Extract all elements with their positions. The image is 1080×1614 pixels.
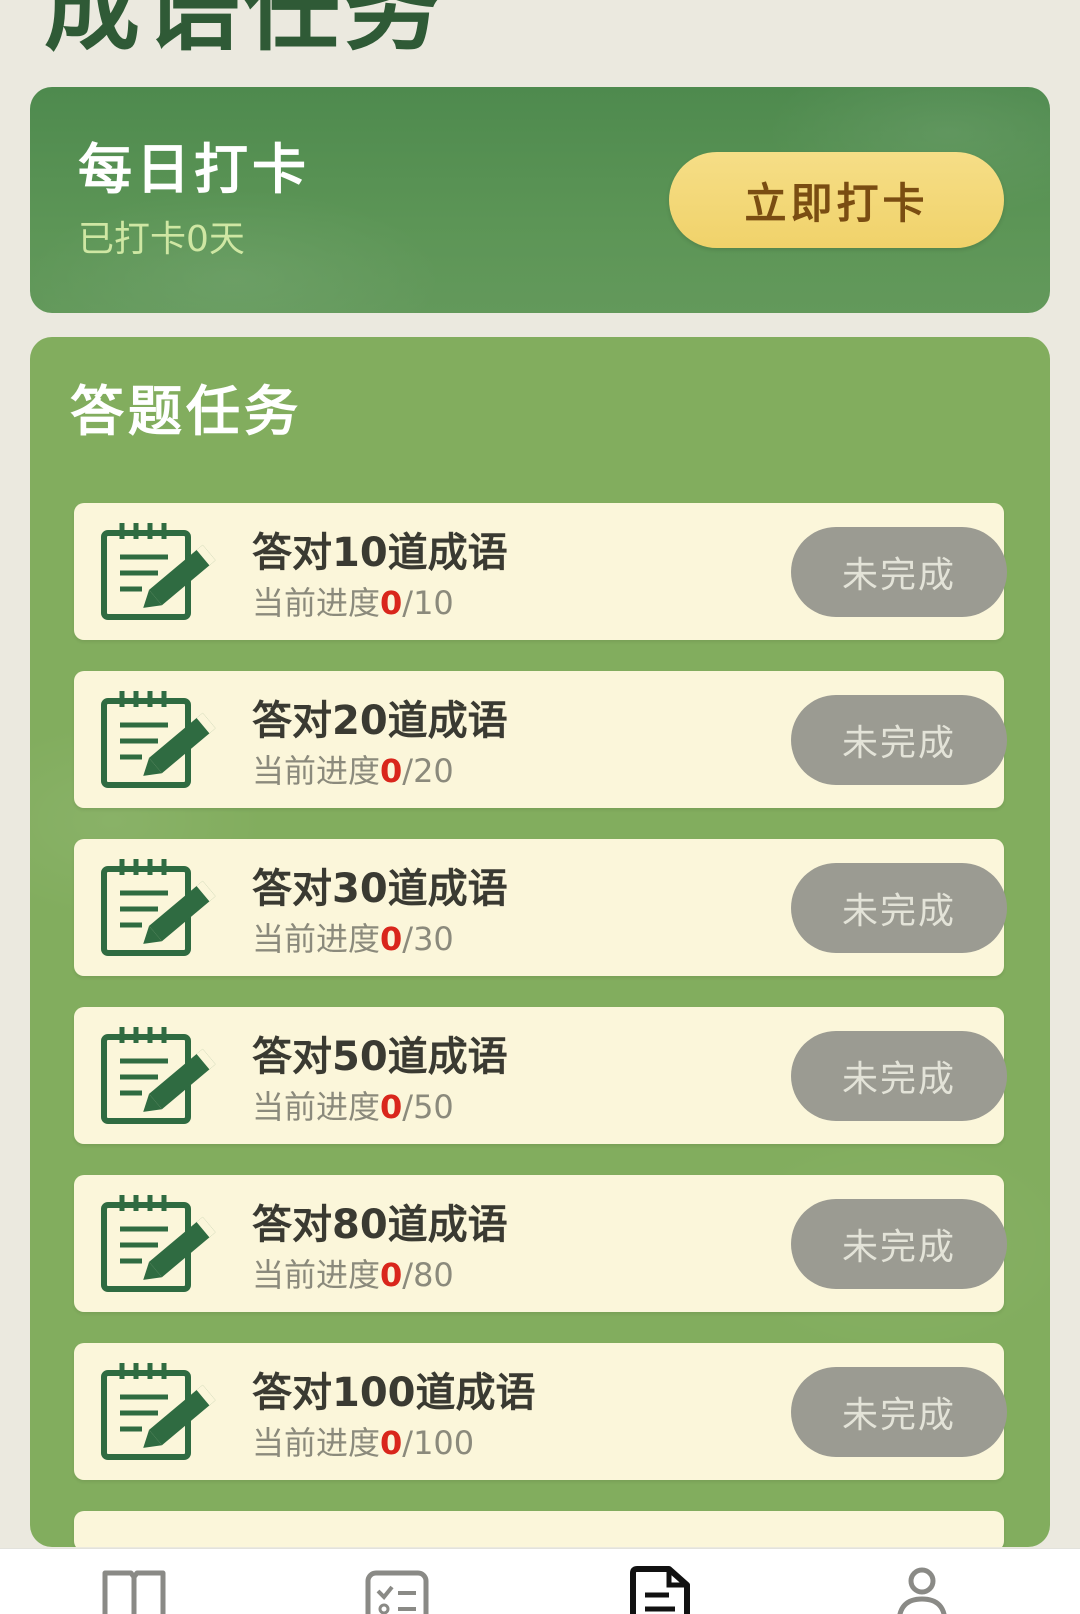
checklist-icon [365, 1570, 429, 1614]
note-edit-icon [101, 1027, 216, 1124]
progress-label: 当前进度 [252, 584, 381, 622]
progress-current: 0 [380, 1256, 403, 1294]
task-status-button[interactable]: 未完成 [791, 1031, 1007, 1121]
task-item [74, 1511, 1004, 1547]
progress-total: /80 [402, 1256, 454, 1294]
task-title: 答对30道成语 [252, 866, 508, 912]
note-edit-icon [101, 1195, 216, 1292]
note-edit-icon [101, 1363, 216, 1460]
progress-label: 当前进度 [252, 752, 381, 790]
task-status-button[interactable]: 未完成 [791, 695, 1007, 785]
task-list: 答对10道成语 当前进度0/10 未完成 答对20道成语 当前进度0/20 未完… [74, 503, 1007, 1547]
tab-profile[interactable] [887, 1563, 957, 1614]
progress-current: 0 [380, 920, 403, 958]
task-progress: 当前进度0/20 [252, 755, 454, 787]
task-item: 答对30道成语 当前进度0/30 未完成 [74, 839, 1007, 976]
task-item: 答对80道成语 当前进度0/80 未完成 [74, 1175, 1007, 1312]
task-title: 答对20道成语 [252, 698, 508, 744]
checkin-now-button[interactable]: 立即打卡 [669, 152, 1004, 248]
progress-current: 0 [380, 1424, 403, 1462]
user-icon [897, 1567, 947, 1614]
task-item: 答对50道成语 当前进度0/50 未完成 [74, 1007, 1007, 1144]
task-status-button[interactable]: 未完成 [791, 863, 1007, 953]
task-title: 答对100道成语 [252, 1370, 536, 1416]
progress-label: 当前进度 [252, 1424, 381, 1462]
task-progress: 当前进度0/30 [252, 923, 454, 955]
daily-checkin-card: 每日打卡 已打卡0天 立即打卡 [30, 87, 1050, 313]
bottom-tab-bar [0, 1548, 1080, 1614]
task-title: 答对80道成语 [252, 1202, 508, 1248]
task-progress: 当前进度0/50 [252, 1091, 454, 1123]
note-edit-icon [101, 691, 216, 788]
tab-checklist[interactable] [362, 1563, 432, 1614]
task-status-button[interactable]: 未完成 [791, 1367, 1007, 1457]
progress-label: 当前进度 [252, 1088, 381, 1126]
document-icon [630, 1566, 690, 1614]
progress-current: 0 [380, 1088, 403, 1126]
task-progress: 当前进度0/10 [252, 587, 454, 619]
progress-total: /50 [402, 1088, 454, 1126]
progress-current: 0 [380, 584, 403, 622]
quiz-task-title: 答题任务 [70, 380, 302, 443]
task-status-button[interactable]: 未完成 [791, 527, 1007, 617]
note-edit-icon [101, 523, 216, 620]
progress-label: 当前进度 [252, 1256, 381, 1294]
progress-total: /30 [402, 920, 454, 958]
task-progress: 当前进度0/80 [252, 1259, 454, 1291]
quiz-task-panel: 答题任务 答对10道成语 当前进度0/10 未完成 答对20道成语 当前进度0/… [30, 337, 1050, 1547]
progress-current: 0 [380, 752, 403, 790]
page-title: 成语任务 [44, 0, 444, 64]
progress-total: /10 [402, 584, 454, 622]
progress-label: 当前进度 [252, 920, 381, 958]
progress-total: /20 [402, 752, 454, 790]
tab-book[interactable] [99, 1563, 169, 1614]
task-item: 答对10道成语 当前进度0/10 未完成 [74, 503, 1007, 640]
progress-total: /100 [402, 1424, 475, 1462]
task-item: 答对100道成语 当前进度0/100 未完成 [74, 1343, 1007, 1480]
book-icon [102, 1570, 166, 1614]
task-item: 答对20道成语 当前进度0/20 未完成 [74, 671, 1007, 808]
task-status-button[interactable]: 未完成 [791, 1199, 1007, 1289]
task-progress: 当前进度0/100 [252, 1427, 474, 1459]
task-title: 答对50道成语 [252, 1034, 508, 1080]
tab-document[interactable] [625, 1563, 695, 1614]
note-edit-icon [101, 859, 216, 956]
checkin-streak-text: 已打卡0天 [78, 219, 245, 260]
task-title: 答对10道成语 [252, 530, 508, 576]
checkin-title: 每日打卡 [78, 138, 310, 201]
